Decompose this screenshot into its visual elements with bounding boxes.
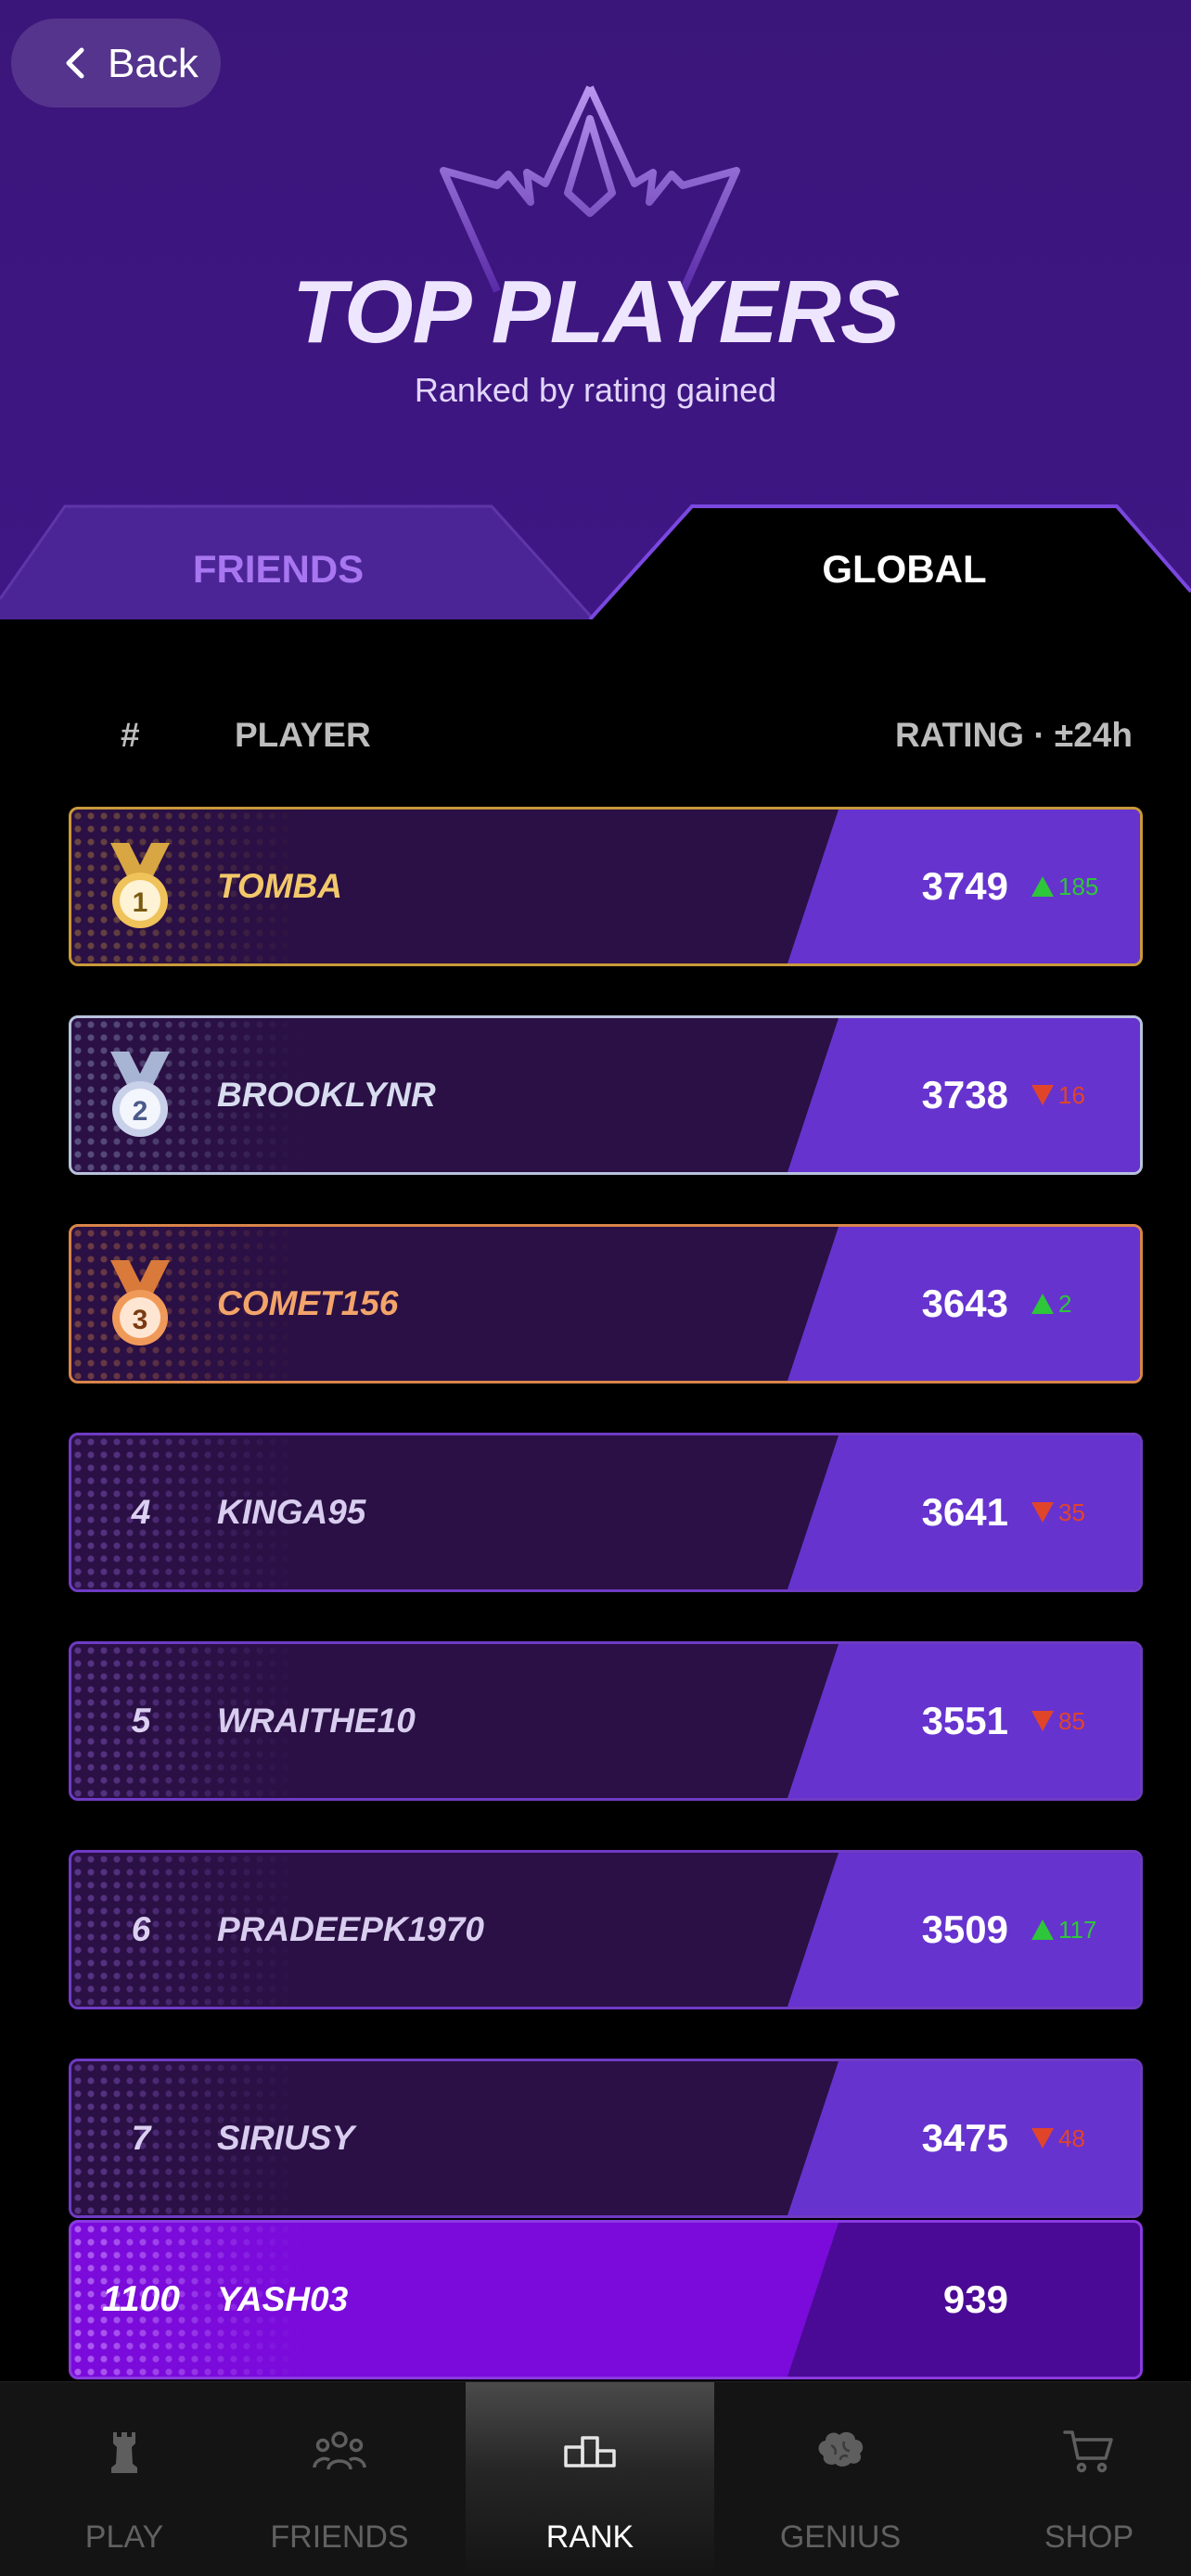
player-rating: 3551	[921, 1699, 1008, 1742]
rating-change: 185	[1031, 810, 1098, 963]
rook-icon	[111, 2432, 137, 2473]
player-name: BROOKLYNR	[217, 1076, 436, 1114]
back-button[interactable]: Back	[11, 19, 221, 108]
rating-change: 2	[1031, 1227, 1071, 1381]
brain-icon	[818, 2431, 864, 2467]
column-rank-header: #	[121, 716, 140, 754]
rating-change: 48	[1031, 2061, 1085, 2215]
player-rating: 3643	[921, 1282, 1008, 1325]
player-name: YASH03	[217, 2280, 349, 2318]
player-name: KINGA95	[217, 1493, 366, 1531]
tab-friends[interactable]: FRIENDS	[93, 547, 464, 592]
arrow-down-icon	[1031, 1502, 1054, 1523]
rank-number: 6	[131, 1910, 151, 1948]
nav-friends[interactable]: FRIENDS	[215, 2382, 464, 2576]
podium-icon	[564, 2436, 616, 2468]
nav-label: FRIENDS	[270, 2519, 409, 2555]
arrow-down-icon	[1031, 1711, 1054, 1731]
nav-genius[interactable]: GENIUS	[716, 2382, 965, 2576]
leaderboard-row-6[interactable]: 6 PRADEEPK1970 3509 117	[69, 1850, 1143, 2009]
page-title: TOP PLAYERS	[291, 262, 900, 362]
player-rating: 3509	[921, 1907, 1008, 1951]
rank-number: 4	[131, 1493, 151, 1531]
player-name: PRADEEPK1970	[217, 1910, 484, 1948]
cart-icon	[1063, 2430, 1113, 2473]
bottom-nav: PLAY FRIENDS RANK GENIUS SHOP	[0, 2381, 1191, 2576]
rating-change: 85	[1031, 1644, 1085, 1798]
tab-global[interactable]: GLOBAL	[719, 547, 1090, 592]
leaderboard-row-2[interactable]: 2 BROOKLYNR 3738 16	[69, 1015, 1143, 1175]
leaderboard-row-1[interactable]: 1 TOMBA 3749 185	[69, 807, 1143, 966]
svg-text:3: 3	[133, 1305, 148, 1335]
arrow-up-icon	[1031, 876, 1054, 897]
arrow-down-icon	[1031, 1085, 1054, 1105]
nav-label: PLAY	[84, 2519, 164, 2555]
current-user-row[interactable]: 1100 YASH03 939	[69, 2220, 1143, 2379]
nav-shop[interactable]: SHOP	[965, 2382, 1191, 2576]
player-rating: 3641	[921, 1490, 1008, 1534]
rating-change: 35	[1031, 1435, 1085, 1589]
chevron-left-icon	[66, 47, 84, 79]
nav-label: RANK	[545, 2519, 634, 2555]
header: Back TOP PLAYERS Ranked by rating gained…	[0, 0, 1191, 619]
leaderboard-row-5[interactable]: 5 WRAITHE10 3551 85	[69, 1641, 1143, 1801]
player-name: COMET156	[217, 1284, 399, 1322]
player-name: WRAITHE10	[217, 1702, 416, 1740]
svg-text:1: 1	[133, 887, 148, 918]
player-name: SIRIUSY	[217, 2119, 355, 2157]
nav-label: SHOP	[1044, 2519, 1134, 2555]
arrow-down-icon	[1031, 2128, 1054, 2149]
tab-bar: FRIENDS GLOBAL	[0, 503, 1191, 619]
rank-number: 5	[131, 1702, 151, 1740]
leaderboard-row-4[interactable]: 4 KINGA95 3641 35	[69, 1433, 1143, 1592]
arrow-up-icon	[1031, 1919, 1054, 1940]
rating-change: 117	[1031, 1853, 1096, 2007]
gold-medal-icon: 1	[110, 843, 170, 928]
player-rating: 3749	[921, 864, 1008, 908]
silver-medal-icon: 2	[110, 1052, 170, 1137]
rank-number: 7	[131, 2119, 151, 2157]
rank-number: 1100	[102, 2279, 180, 2319]
leaderboard-row-3[interactable]: 3 COMET156 3643 2	[69, 1224, 1143, 1384]
back-label: Back	[108, 41, 198, 86]
player-name: TOMBA	[217, 867, 342, 905]
nav-play[interactable]: PLAY	[0, 2382, 249, 2576]
bronze-medal-icon: 3	[110, 1260, 170, 1345]
svg-text:2: 2	[133, 1096, 148, 1127]
nav-rank[interactable]: RANK	[466, 2382, 714, 2576]
column-player-header: PLAYER	[235, 716, 371, 754]
column-rating-header: RATING · ±24h	[894, 716, 1133, 754]
leaderboard-row-7[interactable]: 7 SIRIUSY 3475 48	[69, 2059, 1143, 2218]
player-rating: 939	[942, 2277, 1008, 2321]
nav-label: GENIUS	[779, 2519, 902, 2555]
player-rating: 3738	[921, 1073, 1008, 1116]
people-icon	[313, 2431, 366, 2470]
page-subtitle: Ranked by rating gained	[414, 371, 777, 409]
rating-change: 16	[1031, 1018, 1085, 1172]
arrow-up-icon	[1031, 1294, 1054, 1314]
player-rating: 3475	[921, 2116, 1008, 2160]
